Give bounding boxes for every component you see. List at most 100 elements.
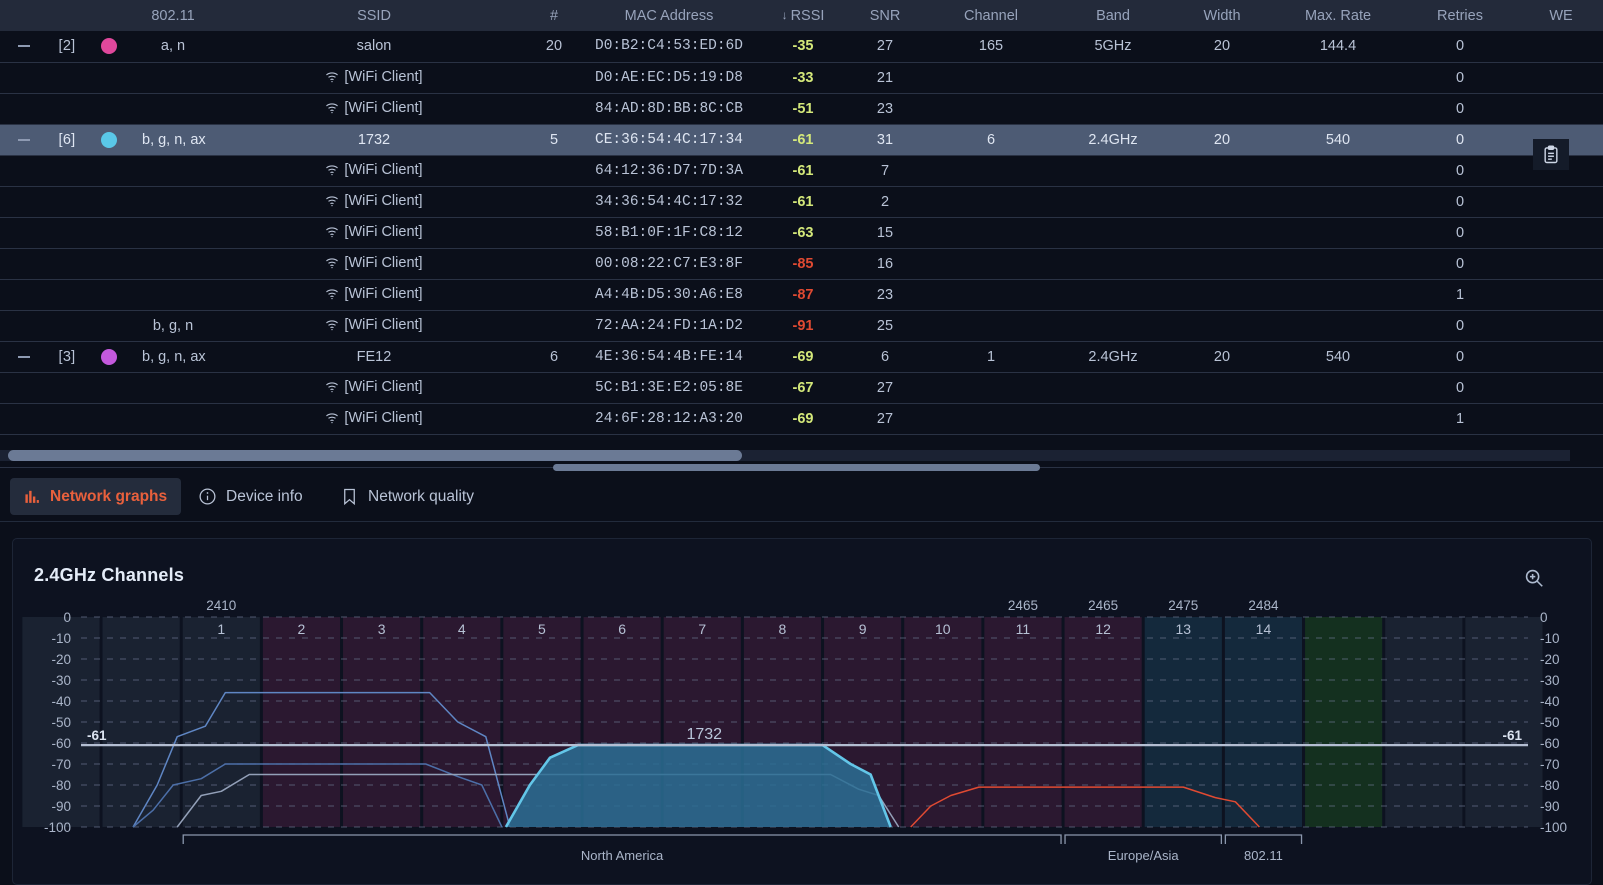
row-expand-toggle[interactable]	[0, 31, 48, 62]
row-wep	[1516, 310, 1603, 341]
col-max-rate[interactable]: Max. Rate	[1272, 0, 1404, 31]
row-ssid: [WiFi Client]	[214, 279, 534, 310]
row-max-rate	[1272, 217, 1404, 248]
col-width[interactable]: Width	[1172, 0, 1272, 31]
channels-chart-svg: 00-10-10-20-20-30-30-40-40-50-50-60-60-7…	[13, 595, 1593, 885]
row-width: 20	[1172, 31, 1272, 62]
copy-row-button[interactable]	[1533, 139, 1569, 170]
wifi-client-icon	[325, 71, 339, 87]
row-number	[534, 248, 574, 279]
col-band[interactable]: Band	[1054, 0, 1172, 31]
row-rssi: -69	[764, 403, 842, 434]
row-number	[534, 186, 574, 217]
col-snr[interactable]: SNR	[842, 0, 928, 31]
row-band	[1054, 279, 1172, 310]
y-tick-label-left: -40	[51, 694, 71, 709]
row-channel	[928, 155, 1054, 186]
reference-line-label-left: -61	[87, 728, 107, 743]
frequency-label: 2465	[1088, 598, 1118, 613]
row-channel	[928, 248, 1054, 279]
channel-label: 1	[217, 621, 225, 637]
row-expand-toggle[interactable]	[0, 124, 48, 155]
row-expand-toggle	[0, 62, 48, 93]
row-width	[1172, 93, 1272, 124]
table-row-client[interactable]: [WiFi Client]D0:AE:EC:D5:19:D8-33210	[0, 62, 1603, 93]
channel-label: 12	[1095, 621, 1111, 637]
row-color-dot	[86, 186, 132, 217]
row-channel	[928, 372, 1054, 403]
col-channel[interactable]: Channel	[928, 0, 1054, 31]
row-80211: b, g, n	[132, 310, 214, 341]
row-80211: a, n	[132, 31, 214, 62]
row-80211	[132, 279, 214, 310]
row-expand-toggle[interactable]	[0, 341, 48, 372]
network-color-dot	[101, 38, 117, 54]
channels-chart[interactable]: 00-10-10-20-20-30-30-40-40-50-50-60-60-7…	[13, 595, 1593, 885]
table-row-access-point[interactable]: [2]a, nsalon20D0:B2:C4:53:ED:6D-35271655…	[0, 31, 1603, 62]
bar-chart-icon	[24, 488, 41, 505]
row-client-count	[48, 279, 86, 310]
row-channel	[928, 217, 1054, 248]
table-row-client[interactable]: [WiFi Client]34:36:54:4C:17:32-6120	[0, 186, 1603, 217]
row-snr: 2	[842, 186, 928, 217]
table-hscroll-thumb[interactable]	[8, 450, 742, 461]
col-number[interactable]: #	[534, 0, 574, 31]
table-row-client[interactable]: [WiFi Client]24:6F:28:12:A3:20-69271	[0, 403, 1603, 434]
table-row-access-point[interactable]: [3]b, g, n, axFE1264E:36:54:4B:FE:14-696…	[0, 341, 1603, 372]
row-80211	[132, 186, 214, 217]
row-band: 2.4GHz	[1054, 124, 1172, 155]
y-tick-label-left: -50	[51, 715, 71, 730]
col-wep[interactable]: WE	[1516, 0, 1603, 31]
channel-label: 4	[458, 621, 466, 637]
col-80211[interactable]: 802.11	[132, 0, 214, 31]
row-number	[534, 372, 574, 403]
row-color-dot	[86, 217, 132, 248]
row-number	[534, 62, 574, 93]
tab-device-info[interactable]: Device info	[184, 478, 317, 515]
row-width	[1172, 186, 1272, 217]
row-wep	[1516, 186, 1603, 217]
row-snr: 16	[842, 248, 928, 279]
row-expand-toggle	[0, 310, 48, 341]
row-channel: 165	[928, 31, 1054, 62]
tab-network-quality-label: Network quality	[368, 488, 474, 506]
row-channel	[928, 186, 1054, 217]
row-band	[1054, 93, 1172, 124]
page-hscroll-thumb[interactable]	[553, 464, 1040, 471]
row-snr: 27	[842, 31, 928, 62]
table-row-client[interactable]: [WiFi Client]5C:B1:3E:E2:05:8E-67270	[0, 372, 1603, 403]
col-rssi[interactable]: ↓RSSI	[764, 0, 842, 31]
table-row-client[interactable]: b, g, n[WiFi Client]72:AA:24:FD:1A:D2-91…	[0, 310, 1603, 341]
network-color-dot	[101, 132, 117, 148]
table-row-client[interactable]: [WiFi Client]00:08:22:C7:E3:8F-85160	[0, 248, 1603, 279]
col-ssid[interactable]: SSID	[214, 0, 534, 31]
table-row-client[interactable]: [WiFi Client]84:AD:8D:BB:8C:CB-51230	[0, 93, 1603, 124]
row-wep	[1516, 31, 1603, 62]
col-retries[interactable]: Retries	[1404, 0, 1516, 31]
chart-zoom-button[interactable]	[1523, 567, 1545, 594]
row-client-count	[48, 62, 86, 93]
row-number	[534, 403, 574, 434]
row-ssid-label: [WiFi Client]	[344, 100, 422, 116]
row-number	[534, 155, 574, 186]
tab-network-quality[interactable]: Network quality	[326, 478, 488, 515]
wifi-analyzer-window: 802.11 SSID # MAC Address ↓RSSI SNR Chan…	[0, 0, 1603, 885]
y-tick-label-left: 0	[63, 610, 71, 625]
row-max-rate	[1272, 186, 1404, 217]
table-row-client[interactable]: [WiFi Client]64:12:36:D7:7D:3A-6170	[0, 155, 1603, 186]
row-80211	[132, 372, 214, 403]
table-header: 802.11 SSID # MAC Address ↓RSSI SNR Chan…	[0, 0, 1603, 31]
table-row-access-point[interactable]: [6]b, g, n, ax17325CE:36:54:4C:17:34-613…	[0, 124, 1603, 155]
tab-network-graphs[interactable]: Network graphs	[10, 478, 181, 515]
region-bracket	[183, 835, 1061, 844]
row-width	[1172, 248, 1272, 279]
magnifier-plus-icon	[1523, 567, 1545, 589]
table-row-client[interactable]: [WiFi Client]58:B1:0F:1F:C8:12-63150	[0, 217, 1603, 248]
row-width	[1172, 279, 1272, 310]
row-retries: 0	[1404, 93, 1516, 124]
y-tick-label-left: -60	[51, 736, 71, 751]
row-color-dot	[86, 93, 132, 124]
col-mac-address[interactable]: MAC Address	[574, 0, 764, 31]
row-snr: 15	[842, 217, 928, 248]
table-row-client[interactable]: [WiFi Client]A4:4B:D5:30:A6:E8-87231	[0, 279, 1603, 310]
